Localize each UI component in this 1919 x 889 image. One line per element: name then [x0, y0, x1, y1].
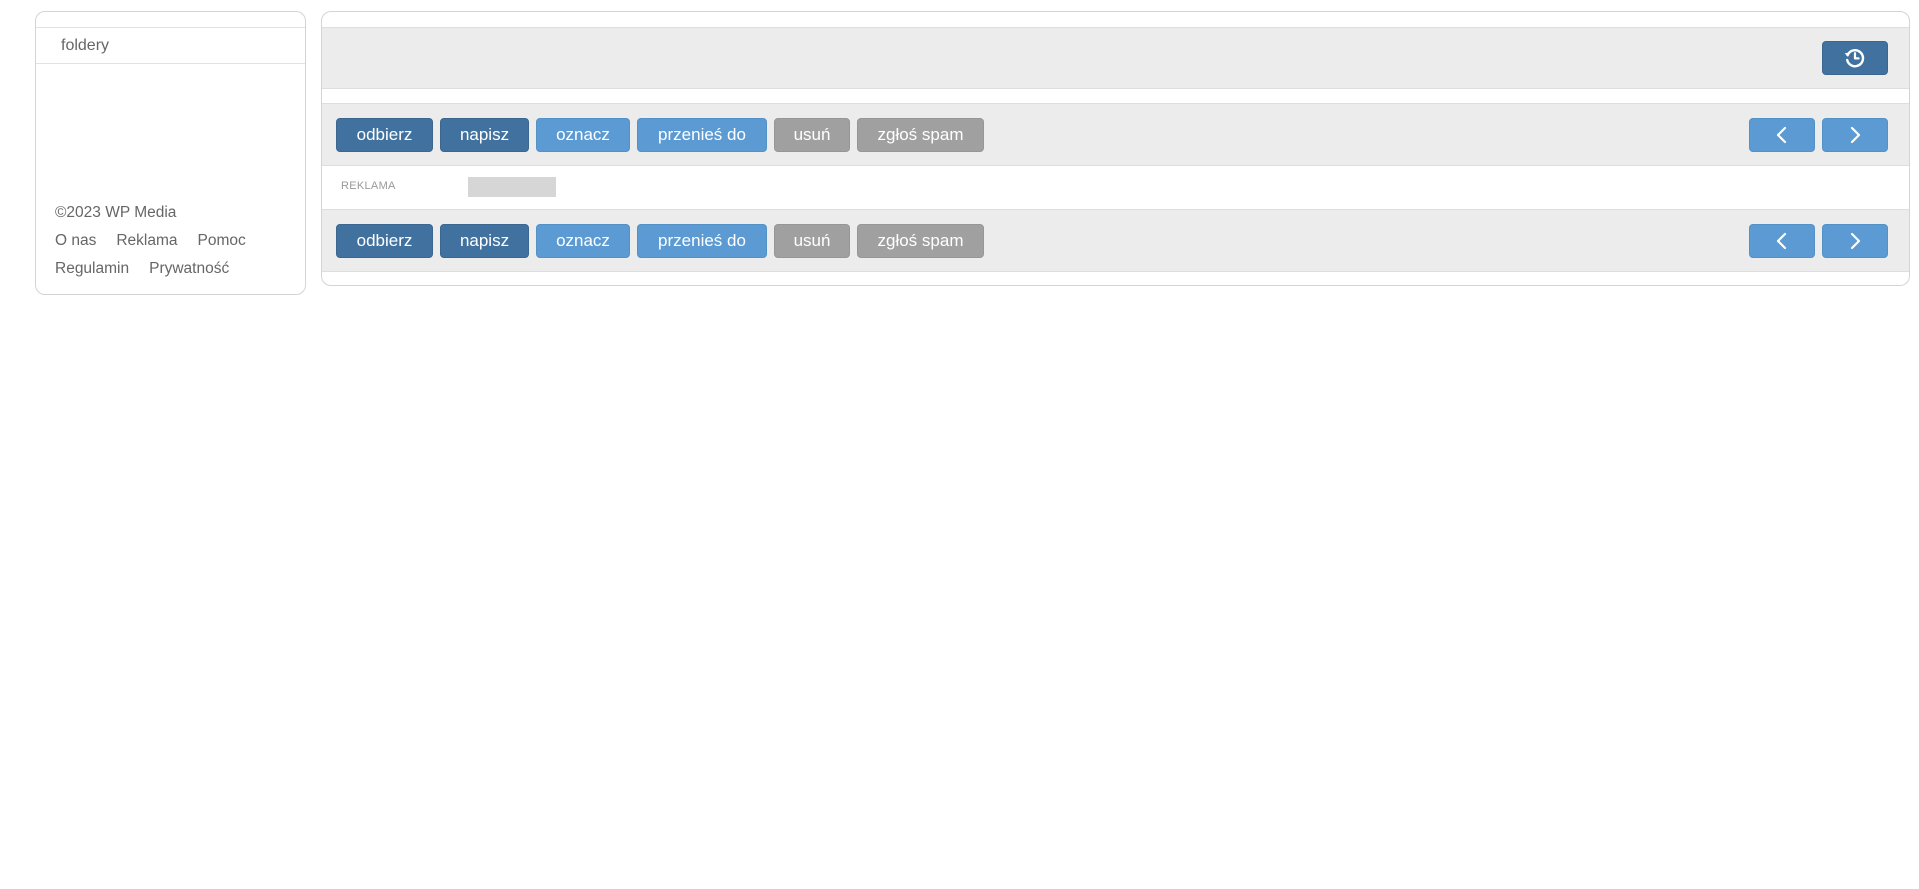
- move-to-button[interactable]: przenieś do: [637, 224, 767, 258]
- report-spam-button[interactable]: zgłoś spam: [857, 224, 984, 258]
- mark-button[interactable]: oznacz: [536, 224, 630, 258]
- chevron-right-icon: [1850, 232, 1861, 250]
- mark-button[interactable]: oznacz: [536, 118, 630, 152]
- copyright: ©2023 WP Media: [55, 204, 177, 221]
- delete-button[interactable]: usuń: [774, 118, 850, 152]
- move-to-button[interactable]: przenieś do: [637, 118, 767, 152]
- top-bar: [322, 27, 1909, 89]
- compose-button[interactable]: napisz: [440, 118, 529, 152]
- compose-button[interactable]: napisz: [440, 224, 529, 258]
- history-button[interactable]: [1822, 41, 1888, 75]
- footer-links-row-1: O nas Reklama Pomoc: [55, 227, 246, 255]
- previous-page-button[interactable]: [1749, 118, 1815, 152]
- sidebar-footer: ©2023 WP Media O nas Reklama Pomoc Regul…: [55, 199, 246, 283]
- mail-toolbar-bottom: odbierz napisz oznacz przenieś do usuń z…: [322, 209, 1909, 272]
- pager-top: [1749, 118, 1888, 152]
- chevron-left-icon: [1776, 232, 1787, 250]
- folders-header[interactable]: foldery: [36, 27, 305, 64]
- footer-link-privacy[interactable]: Prywatność: [149, 255, 229, 283]
- footer-link-terms[interactable]: Regulamin: [55, 255, 129, 283]
- delete-button[interactable]: usuń: [774, 224, 850, 258]
- footer-link-about[interactable]: O nas: [55, 227, 96, 255]
- history-icon: [1844, 49, 1865, 68]
- sidebar: foldery ©2023 WP Media O nas Reklama Pom…: [35, 11, 306, 295]
- pager-bottom: [1749, 224, 1888, 258]
- chevron-left-icon: [1776, 126, 1787, 144]
- receive-button[interactable]: odbierz: [336, 118, 433, 152]
- previous-page-button[interactable]: [1749, 224, 1815, 258]
- mail-toolbar-top: odbierz napisz oznacz przenieś do usuń z…: [322, 103, 1909, 166]
- receive-button[interactable]: odbierz: [336, 224, 433, 258]
- footer-links-row-2: Regulamin Prywatność: [55, 255, 246, 283]
- chevron-right-icon: [1850, 126, 1861, 144]
- action-buttons-top: odbierz napisz oznacz przenieś do usuń z…: [336, 118, 984, 152]
- action-buttons-bottom: odbierz napisz oznacz przenieś do usuń z…: [336, 224, 984, 258]
- footer-link-help[interactable]: Pomoc: [198, 227, 246, 255]
- next-page-button[interactable]: [1822, 224, 1888, 258]
- footer-link-advertising[interactable]: Reklama: [116, 227, 177, 255]
- next-page-button[interactable]: [1822, 118, 1888, 152]
- ad-label: REKLAMA: [341, 180, 396, 192]
- main-panel: odbierz napisz oznacz przenieś do usuń z…: [321, 11, 1910, 286]
- ad-row: REKLAMA: [322, 166, 1909, 209]
- report-spam-button[interactable]: zgłoś spam: [857, 118, 984, 152]
- ad-placeholder[interactable]: [468, 177, 556, 197]
- folders-label[interactable]: foldery: [61, 37, 109, 55]
